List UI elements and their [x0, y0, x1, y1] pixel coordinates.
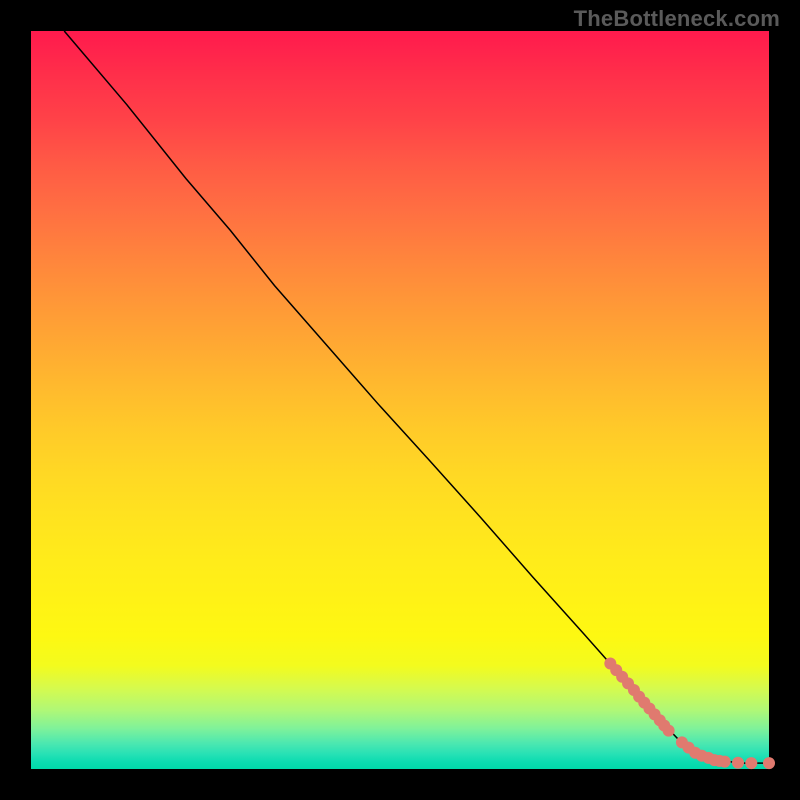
chart-stage: TheBottleneck.com: [0, 0, 800, 800]
plot-background-gradient: [31, 31, 769, 769]
watermark-text: TheBottleneck.com: [574, 6, 780, 32]
